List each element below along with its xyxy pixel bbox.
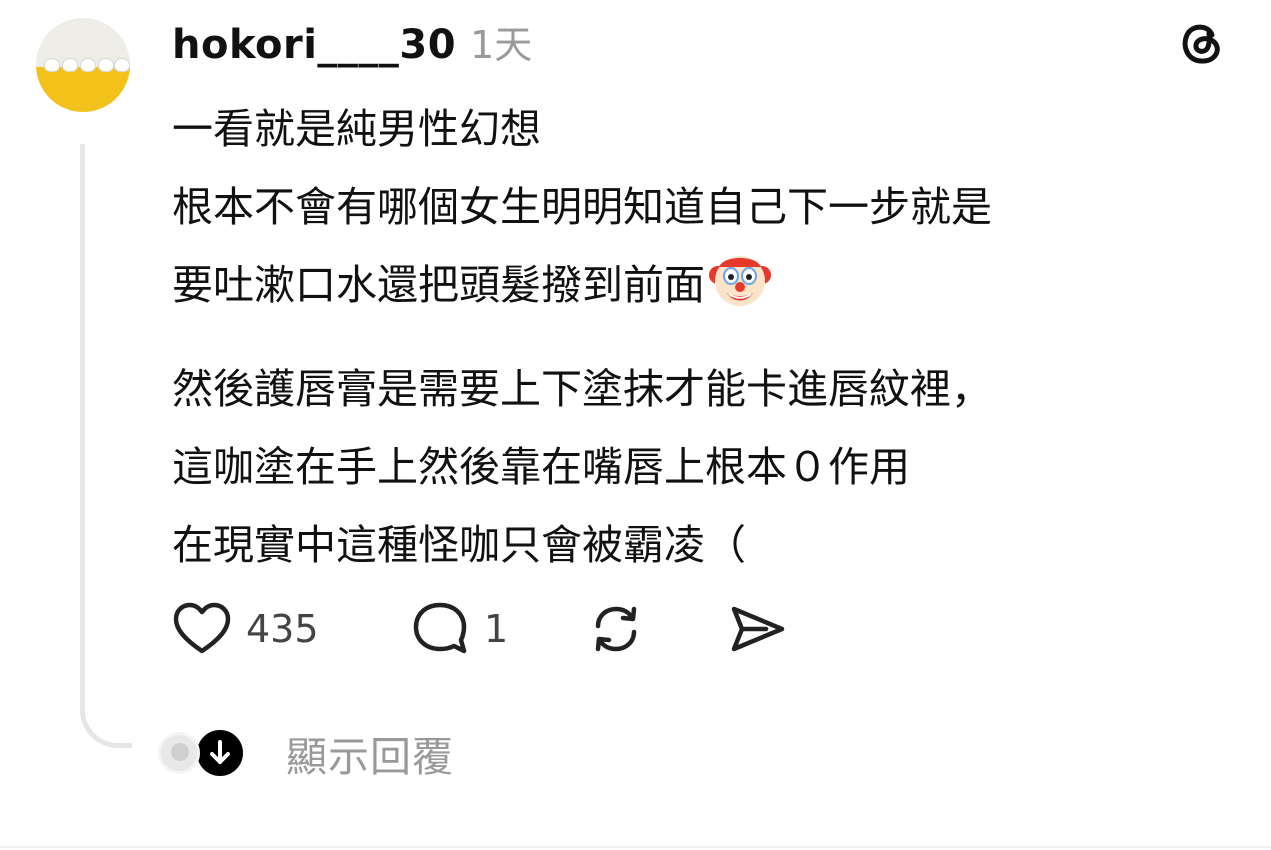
repost-button[interactable] <box>586 599 728 659</box>
post-text-line: 根本不會有哪個女生明明知道自己下一步就是 <box>172 183 992 231</box>
post-header: hokori____30 1天 <box>172 14 532 70</box>
reply-avatar-face <box>171 743 189 761</box>
divider <box>0 846 1271 848</box>
user-avatar[interactable] <box>36 18 130 112</box>
avatar-figure <box>62 58 78 72</box>
threads-logo-icon[interactable] <box>1172 14 1228 70</box>
post-text-line-text: 要吐漱口水還把頭髮撥到前面 <box>172 261 705 309</box>
avatar-figure <box>44 58 60 72</box>
post-timestamp: 1天 <box>470 23 533 67</box>
like-count: 435 <box>246 607 319 651</box>
avatar-figure <box>114 58 130 72</box>
share-button[interactable] <box>728 599 788 659</box>
post-text-line: 這咖塗在手上然後靠在嘴唇上根本０作用 <box>172 443 910 491</box>
reply-button[interactable]: 1 <box>410 599 586 659</box>
show-replies-label: 顯示回覆 <box>286 733 454 781</box>
avatar-figure <box>80 58 96 72</box>
username-link[interactable]: hokori____30 <box>172 22 456 68</box>
reply-count: 1 <box>484 607 509 651</box>
like-button[interactable]: 435 <box>172 601 410 657</box>
post-text-line: 在現實中這種怪咖只會被霸凌（ <box>172 521 746 569</box>
post-text-line: 然後護唇膏是需要上下塗抹才能卡進唇紋裡， <box>172 365 992 413</box>
thread-connector-line <box>80 144 132 748</box>
post-body: 一看就是純男性幻想 根本不會有哪個女生明明知道自己下一步就是 要吐漱口水還把頭髮… <box>172 90 1232 584</box>
avatar-figure <box>98 58 114 72</box>
show-replies-button[interactable]: 顯示回覆 <box>158 722 454 784</box>
post-text-line: 一看就是純男性幻想 <box>172 105 541 153</box>
repost-icon <box>586 599 646 659</box>
paragraph: 然後護唇膏是需要上下塗抹才能卡進唇紋裡， 這咖塗在手上然後靠在嘴唇上根本０作用 … <box>172 350 1232 584</box>
post-actions: 435 1 <box>172 596 788 662</box>
reply-avatar <box>158 732 200 774</box>
comment-icon <box>410 599 470 659</box>
avatar-bench <box>36 66 130 112</box>
clown-face-emoji-icon <box>709 249 771 311</box>
send-icon <box>728 599 788 659</box>
post-text-line: 要吐漱口水還把頭髮撥到前面 <box>172 246 1232 324</box>
arrow-down-icon <box>194 727 246 779</box>
paragraph: 一看就是純男性幻想 根本不會有哪個女生明明知道自己下一步就是 要吐漱口水還把頭髮… <box>172 90 1232 324</box>
heart-icon <box>172 601 232 657</box>
